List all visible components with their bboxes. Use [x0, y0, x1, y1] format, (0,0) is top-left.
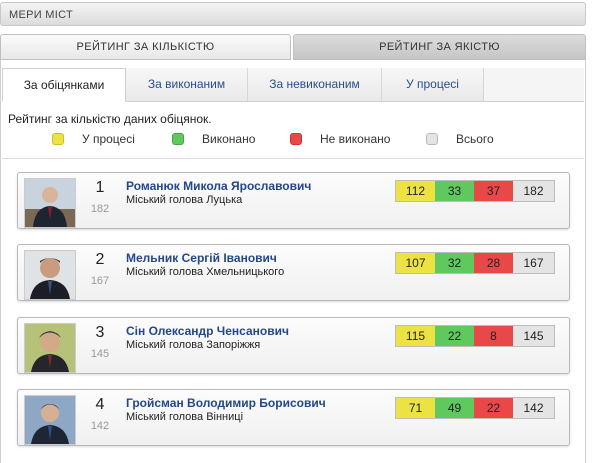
tab-rating-by-quantity[interactable]: РЕЙТИНГ ЗА КІЛЬКІСТЮ: [0, 34, 291, 60]
legend-label: Не виконано: [320, 132, 391, 146]
not-done-count: 37: [474, 181, 513, 201]
promise-stats: 112 33 37 182: [395, 180, 555, 202]
rating-description: Рейтинг за кількістю даних обіцянок.: [8, 112, 212, 126]
yellow-swatch-icon: [52, 133, 64, 145]
tab-rating-by-quality[interactable]: РЕЙТИНГ ЗА ЯКІСТЮ: [293, 34, 586, 60]
mayor-role: Міський голова Запоріжжя: [126, 339, 261, 351]
legend-not-done: Не виконано: [290, 132, 390, 146]
mayor-name-link[interactable]: Сін Олександр Ченсанович: [126, 324, 289, 338]
total-count-small: 142: [90, 420, 110, 432]
done-count: 32: [435, 253, 474, 273]
in-progress-count: 112: [396, 181, 435, 201]
subtab-unfulfilled[interactable]: За невиконаним: [248, 68, 382, 101]
total-count: 167: [513, 253, 554, 273]
legend-label: Всього: [456, 132, 494, 146]
promise-stats: 115 22 8 145: [395, 325, 555, 347]
legend-total: Всього: [426, 132, 494, 146]
rank-number: 3: [95, 324, 105, 341]
avatar: [24, 178, 76, 228]
mayor-role: Міський голова Хмельницького: [126, 266, 285, 278]
sub-tab-bar: За обіцянками За виконаним За невиконани…: [2, 68, 584, 102]
total-count-small: 182: [90, 203, 110, 215]
mayor-name-link[interactable]: Мельник Сергій Іванович: [126, 251, 277, 265]
not-done-count: 22: [474, 398, 513, 418]
avatar: [24, 250, 76, 300]
done-count: 22: [435, 326, 474, 346]
not-done-count: 28: [474, 253, 513, 273]
mayor-role: Міський голова Вінниці: [126, 411, 244, 423]
in-progress-count: 71: [396, 398, 435, 418]
subtab-in-progress[interactable]: У процесі: [382, 68, 484, 101]
total-count-small: 167: [90, 275, 110, 287]
section-title: МЕРИ МІСТ: [9, 9, 74, 21]
legend-in-progress: У процесі: [52, 132, 135, 146]
not-done-count: 8: [474, 326, 513, 346]
total-count-small: 145: [90, 348, 110, 360]
promise-stats: 71 49 22 142: [395, 397, 555, 419]
total-count: 145: [513, 326, 554, 346]
total-count: 142: [513, 398, 554, 418]
rank-number: 4: [95, 396, 105, 413]
total-count: 182: [513, 181, 554, 201]
legend-done: Виконано: [172, 132, 255, 146]
in-progress-count: 107: [396, 253, 435, 273]
legend-label: Виконано: [202, 132, 256, 146]
mayor-name-link[interactable]: Гройсман Володимир Борисович: [126, 396, 326, 410]
red-swatch-icon: [290, 133, 302, 145]
mayor-card[interactable]: 4 142 Гройсман Володимир Борисович Міськ…: [17, 389, 570, 446]
in-progress-count: 115: [396, 326, 435, 346]
mayor-card[interactable]: 2 167 Мельник Сергій Іванович Міський го…: [17, 244, 570, 301]
divider: [2, 158, 584, 159]
section-header: МЕРИ МІСТ: [0, 2, 586, 26]
rank-number: 2: [95, 251, 105, 268]
mayor-role: Міський голова Луцька: [126, 194, 243, 206]
subtab-promises[interactable]: За обіцянками: [2, 68, 126, 102]
rank-number: 1: [95, 179, 105, 196]
done-count: 33: [435, 181, 474, 201]
green-swatch-icon: [172, 133, 184, 145]
mayor-card[interactable]: 1 182 Романюк Микола Ярославович Міський…: [17, 172, 570, 229]
legend-label: У процесі: [82, 132, 135, 146]
avatar: [24, 323, 76, 373]
gray-swatch-icon: [426, 133, 438, 145]
subtab-fulfilled[interactable]: За виконаним: [126, 68, 248, 101]
mayor-card[interactable]: 3 145 Сін Олександр Ченсанович Міський г…: [17, 317, 570, 374]
done-count: 49: [435, 398, 474, 418]
promise-stats: 107 32 28 167: [395, 252, 555, 274]
mayor-name-link[interactable]: Романюк Микола Ярославович: [126, 179, 311, 193]
avatar: [24, 395, 76, 445]
